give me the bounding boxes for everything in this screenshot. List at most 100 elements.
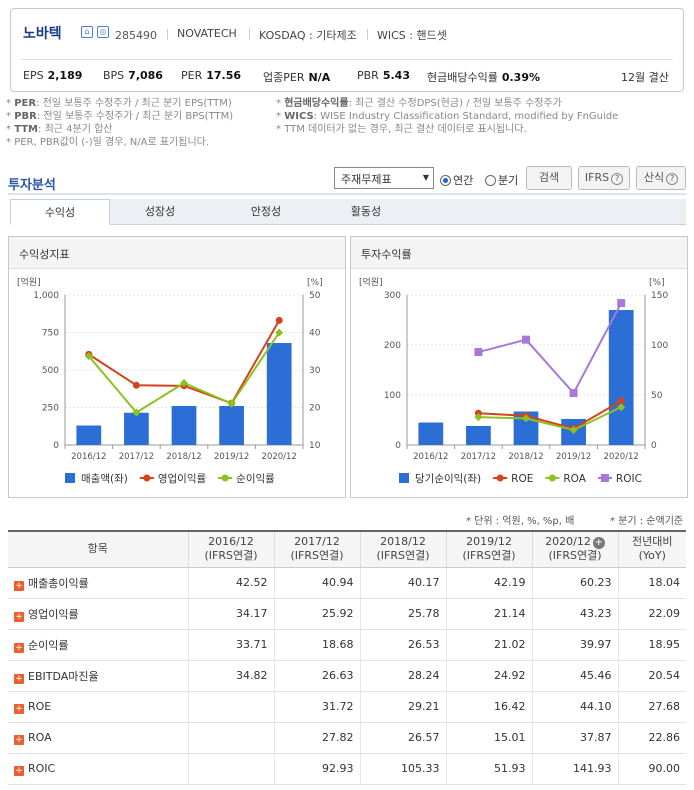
legend-marker — [496, 474, 504, 482]
y-tick-label-left: 100 — [384, 391, 401, 401]
row-label[interactable]: + ROA — [8, 722, 188, 754]
legend-label: ROIC — [616, 473, 642, 485]
favorite-icon[interactable]: ◎ — [97, 26, 109, 38]
table-cell: 27.82 — [273, 722, 360, 754]
row-label[interactable]: + 영업이익률 — [8, 598, 188, 630]
expand-icon[interactable]: + — [14, 580, 24, 591]
table-cell — [187, 753, 274, 785]
tab-profitability[interactable]: 수익성 — [10, 199, 110, 225]
note-negative: * PER, PBR값이 (-)일 경우, N/A로 표기됩니다. — [6, 137, 210, 148]
table-row[interactable]: + 매출총이익률 42.52 40.94 40.17 42.19 60.23 18.04 — [8, 567, 686, 599]
radio-annual[interactable]: 연간 — [440, 172, 473, 188]
y-tick-label-right: 40 — [309, 329, 321, 339]
profitability-chart: [억원] [%] 0 250 500 750 1,000 10 20 30 40 50 2016/12 2… — [17, 276, 323, 485]
table-cell: 26.53 — [359, 629, 446, 661]
table-row[interactable]: + EBITDA마진율 34.82 26.63 28.24 24.92 45.46 20.54 — [8, 660, 686, 692]
row-label[interactable]: + 순이익률 — [8, 629, 188, 661]
y-tick-label-left: 200 — [384, 341, 401, 351]
tab-growth[interactable]: 성장성 — [110, 199, 210, 225]
expand-icon[interactable]: + — [14, 765, 24, 776]
table-cell: 20.54 — [617, 660, 686, 692]
home-icon[interactable]: ⌂ — [81, 26, 93, 38]
legend-label: ROA — [563, 473, 586, 485]
note-dividend: * 현금배당수익률: 최근 결산 수정DPS(현금) / 전일 보통주 수정주가 — [276, 98, 562, 109]
company-header: 노바텍 ⌂ ◎ 285490 NOVATECH KOSDAQ : 기타제조 WI… — [10, 8, 684, 92]
y-tick-label-left: 0 — [395, 441, 401, 451]
x-tick-label: 2020/12 — [604, 452, 639, 462]
legend-label: 순이익률 — [236, 473, 275, 485]
row-label[interactable]: + ROE — [8, 691, 188, 723]
row-name: ROE — [28, 699, 52, 713]
expand-icon[interactable]: + — [14, 611, 24, 622]
right-axis-unit: [%] — [307, 278, 323, 288]
table-cell: 25.92 — [273, 598, 360, 630]
tab-activity[interactable]: 활동성 — [316, 199, 416, 225]
formula-help-button[interactable]: 산식? — [636, 166, 686, 190]
table-cell: 34.82 — [187, 660, 274, 692]
series-line — [478, 406, 622, 432]
expand-plus-icon[interactable]: + — [592, 537, 605, 550]
y-tick-label-left: 500 — [42, 366, 59, 376]
table-cell: 33.71 — [187, 629, 274, 661]
note-ttm: * TTM: 최근 4분기 합산 — [6, 124, 113, 135]
table-cell: 18.04 — [617, 567, 686, 599]
panel-profitability: 수익성지표 [억원] [%] 0 250 500 750 1,000 10 20 30 40 50 20… — [8, 236, 346, 498]
stat-dividend-yield: 현금배당수익률 0.39% — [427, 71, 541, 84]
section-title: 투자분석 — [8, 178, 56, 193]
table-row[interactable]: + ROE 31.72 29.21 16.42 44.10 27.68 — [8, 691, 686, 723]
table-cell: 28.24 — [359, 660, 446, 692]
table-row[interactable]: + ROA 27.82 26.57 15.01 37.87 22.86 — [8, 722, 686, 754]
table-row[interactable]: + ROIC 92.93 105.33 51.93 141.93 90.00 — [8, 753, 686, 785]
legend-marker — [143, 474, 151, 482]
col-period: 2019/12 (IFRS연결) — [445, 530, 532, 568]
row-label[interactable]: + 매출총이익률 — [8, 567, 188, 599]
table-cell: 16.42 — [445, 691, 532, 723]
table-cell — [187, 691, 274, 723]
row-name: EBITDA마진율 — [28, 669, 99, 683]
series-line — [478, 302, 623, 395]
ratio-table: 항목 2016/12 (IFRS연결) 2017/12 (IFRS연결) 2018/… — [8, 530, 686, 785]
bar — [418, 422, 444, 445]
bar — [76, 425, 102, 445]
table-cell: 18.95 — [617, 629, 686, 661]
x-tick-label: 2017/12 — [461, 452, 496, 462]
table-cell: 29.21 — [359, 691, 446, 723]
tab-stability[interactable]: 안정성 — [216, 199, 316, 225]
panel-title: 수익성지표 — [9, 237, 345, 269]
y-tick-label-right: 150 — [651, 291, 668, 301]
expand-icon[interactable]: + — [14, 734, 24, 745]
col-item: 항목 — [8, 530, 188, 568]
table-cell: 45.46 — [531, 660, 618, 692]
table-cell: 26.57 — [359, 722, 446, 754]
english-name: NOVATECH — [177, 27, 237, 40]
table-header-row: 항목 2016/12 (IFRS연결) 2017/12 (IFRS연결) 2018/… — [8, 530, 686, 568]
table-row[interactable]: + 영업이익률 34.17 25.92 25.78 21.14 43.23 22.09 — [8, 598, 686, 630]
row-label[interactable]: + ROIC — [8, 753, 188, 785]
table-cell: 42.52 — [187, 567, 274, 599]
table-cell: 60.23 — [531, 567, 618, 599]
table-cell: 44.10 — [531, 691, 618, 723]
legend-label: 영업이익률 — [158, 472, 207, 485]
search-button[interactable]: 검색 — [526, 166, 572, 190]
data-point — [617, 299, 626, 308]
bar — [124, 412, 149, 445]
row-name: 매출총이익률 — [28, 576, 89, 590]
table-cell: 42.19 — [445, 567, 532, 599]
expand-icon[interactable]: + — [14, 642, 24, 653]
statement-select[interactable]: 주재무제표 ▼ — [334, 167, 434, 189]
company-name[interactable]: 노바텍 — [23, 23, 62, 43]
footnotes: * PER: 전일 보통주 수정주가 / 최근 분기 EPS(TTM) * PB… — [6, 97, 618, 149]
table-cell: 92.93 — [273, 753, 360, 785]
x-tick-label: 2019/12 — [214, 452, 249, 462]
bar — [171, 406, 197, 445]
expand-icon[interactable]: + — [14, 673, 24, 684]
table-cell: 21.14 — [445, 598, 532, 630]
table-row[interactable]: + 순이익률 33.71 18.68 26.53 21.02 39.97 18.95 — [8, 629, 686, 661]
ifrs-help-button[interactable]: IFRS? — [578, 166, 630, 190]
expand-icon[interactable]: + — [14, 703, 24, 714]
radio-quarter[interactable]: 분기 — [485, 172, 518, 188]
table-cell: 22.09 — [617, 598, 686, 630]
row-label[interactable]: + EBITDA마진율 — [8, 660, 188, 692]
table-cell: 25.78 — [359, 598, 446, 630]
table-cell: 18.68 — [273, 629, 360, 661]
